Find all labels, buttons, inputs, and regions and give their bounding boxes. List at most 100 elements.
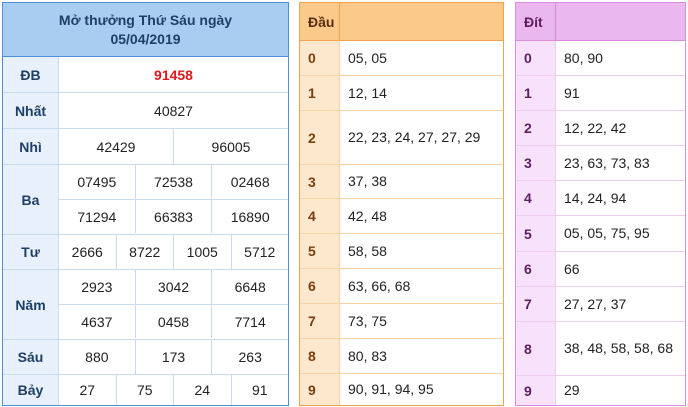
- dit-row: 3 23, 63, 73, 83: [516, 146, 685, 181]
- prize-row-tu: Tư 2666 8722 1005 5712: [3, 235, 288, 270]
- dit-values: 29: [564, 382, 580, 398]
- dit-key: 7: [516, 287, 556, 321]
- dau-row: 8 80, 83: [300, 339, 503, 374]
- dit-values: 23, 63, 73, 83: [564, 154, 650, 171]
- prize-label: Ba: [3, 165, 59, 234]
- dau-values: 63, 66, 68: [348, 277, 411, 294]
- dau-row: 9 90, 91, 94, 95: [300, 374, 503, 405]
- dau-key: 1: [300, 76, 340, 110]
- dau-values: 12, 14: [348, 84, 387, 101]
- dau-key: 3: [300, 165, 340, 198]
- lottery-results-table: Mở thưởng Thứ Sáu ngày 05/04/2019 ĐB 914…: [2, 2, 289, 406]
- dit-row: 7 27, 27, 37: [516, 287, 685, 322]
- dau-row: 7 73, 75: [300, 304, 503, 339]
- dau-header: Đầu: [300, 3, 503, 41]
- prize-label: Sáu: [3, 340, 59, 374]
- dau-table: Đầu 0 05, 05 1 12, 14 2 22, 23, 24, 27, 27,…: [299, 2, 504, 406]
- dau-key: 5: [300, 234, 340, 268]
- dit-key: 2: [516, 111, 556, 145]
- dit-key: 1: [516, 76, 556, 110]
- dau-values: 80, 83: [348, 347, 387, 364]
- dit-row: 9 29: [516, 376, 685, 405]
- prize-number: 263: [211, 340, 288, 374]
- dau-values: 73, 75: [348, 312, 387, 329]
- dit-key: 0: [516, 41, 556, 75]
- prize-label: Tư: [3, 235, 59, 269]
- dau-key: 4: [300, 199, 340, 233]
- prize-number: 16890: [211, 200, 288, 233]
- prize-row-ba: Ba 07495 72538 02468 71294 66383 16890: [3, 165, 288, 235]
- dit-header: Đít: [516, 3, 685, 41]
- special-prize-number: 91458: [154, 66, 193, 83]
- dau-row: 1 12, 14: [300, 76, 503, 111]
- dau-row: 5 58, 58: [300, 234, 503, 269]
- prize-number: 75: [115, 375, 174, 405]
- prize-number: 66383: [134, 200, 212, 233]
- prize-row-sau: Sáu 880 173 263: [3, 340, 288, 375]
- dau-row: 4 42, 48: [300, 199, 503, 234]
- dit-values: 27, 27, 37: [564, 295, 627, 312]
- prize-number: 96005: [173, 129, 288, 164]
- prize-number: 5712: [230, 235, 289, 269]
- dau-values: 42, 48: [348, 207, 387, 224]
- prize-number: 24: [173, 375, 231, 405]
- dau-key: 8: [300, 339, 340, 373]
- prize-row-bay: Bảy 27 75 24 91: [3, 375, 288, 405]
- prize-number: 173: [134, 340, 212, 374]
- prize-row-nhi: Nhì 42429 96005: [3, 129, 288, 165]
- prize-number: 6648: [211, 270, 288, 304]
- prize-row-nhat: Nhất 40827: [3, 93, 288, 129]
- results-date: 05/04/2019: [110, 30, 181, 47]
- prize-number: 27: [79, 382, 96, 398]
- prize-number: 42429: [96, 138, 136, 155]
- prize-number: 40827: [154, 102, 193, 119]
- prize-number: 2666: [71, 244, 103, 260]
- prize-row-db: ĐB 91458: [3, 57, 288, 93]
- prize-number: 880: [85, 349, 109, 365]
- dit-values: 66: [564, 260, 580, 277]
- dit-row: 1 91: [516, 76, 685, 111]
- prize-label: ĐB: [3, 57, 59, 92]
- dit-key: 9: [516, 376, 556, 405]
- dit-values: 80, 90: [564, 49, 603, 66]
- dau-key: 7: [300, 304, 340, 338]
- prize-number: 3042: [134, 270, 212, 304]
- dit-key: 8: [516, 322, 556, 375]
- prize-number: 1005: [173, 235, 231, 269]
- dit-values: 38, 48, 58, 58, 68: [564, 340, 673, 356]
- dit-row: 4 14, 24, 94: [516, 181, 685, 216]
- prize-number: 0458: [134, 305, 212, 338]
- dau-key: 0: [300, 41, 340, 75]
- dau-key: 9: [300, 374, 340, 405]
- dau-key: 6: [300, 269, 340, 303]
- dau-values: 37, 38: [348, 173, 387, 189]
- prize-label: Bảy: [3, 375, 59, 405]
- prize-label: Năm: [3, 270, 59, 339]
- dit-row: 8 38, 48, 58, 58, 68: [516, 322, 685, 376]
- results-title: Mở thưởng Thứ Sáu ngày: [58, 11, 233, 28]
- dit-header-label: Đít: [516, 3, 556, 40]
- dit-key: 6: [516, 252, 556, 286]
- dit-values: 91: [564, 84, 580, 101]
- dit-row: 6 66: [516, 252, 685, 287]
- prize-number: 72538: [134, 165, 212, 199]
- dit-values: 14, 24, 94: [564, 189, 627, 206]
- prize-number: 2923: [81, 279, 113, 295]
- dit-key: 5: [516, 216, 556, 251]
- dit-row: 0 80, 90: [516, 41, 685, 76]
- dit-table: Đít 0 80, 90 1 91 2 12, 22, 42 3 23, 63, 73,…: [515, 2, 686, 406]
- prize-number: 7714: [211, 305, 288, 338]
- prize-row-nam: Năm 2923 3042 6648 4637 0458 7714: [3, 270, 288, 340]
- dau-row: 2 22, 23, 24, 27, 27, 29: [300, 111, 503, 165]
- prize-number: 02468: [211, 165, 288, 199]
- dit-key: 3: [516, 146, 556, 180]
- dit-key: 4: [516, 181, 556, 215]
- dau-key: 2: [300, 111, 340, 164]
- prize-number: 8722: [115, 235, 174, 269]
- dau-row: 3 37, 38: [300, 165, 503, 199]
- prize-number: 4637: [81, 313, 113, 330]
- dau-values: 22, 23, 24, 27, 27, 29: [348, 129, 481, 145]
- prize-number: 71294: [77, 208, 117, 225]
- dau-values: 90, 91, 94, 95: [348, 381, 434, 397]
- dit-row: 5 05, 05, 75, 95: [516, 216, 685, 252]
